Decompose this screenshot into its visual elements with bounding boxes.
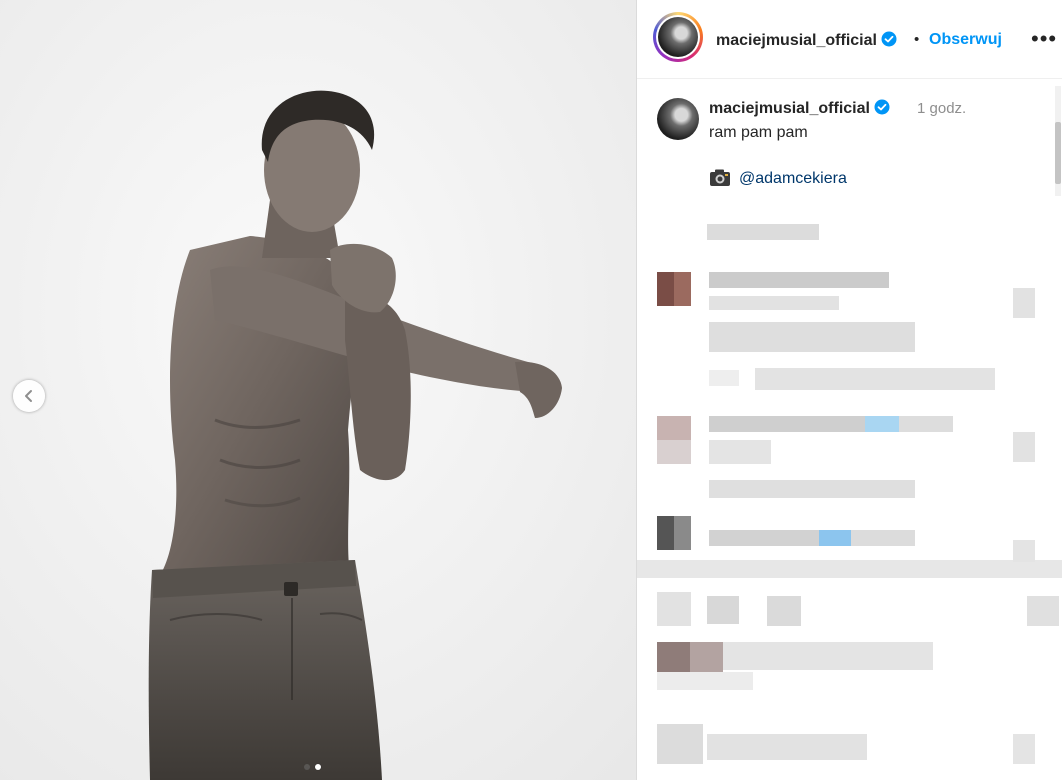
carousel-dot-1 xyxy=(304,764,310,770)
post-header: maciejmusial_official • Obserwuj ••• xyxy=(637,0,1062,79)
post-caption: maciejmusial_official 1 godz. ram pam pa… xyxy=(637,79,1062,199)
header-username-text[interactable]: maciejmusial_official xyxy=(716,32,877,49)
caption-text: ram pam pam xyxy=(709,124,808,141)
chevron-left-icon xyxy=(25,390,32,402)
avatar[interactable] xyxy=(658,17,698,57)
scrollbar-thumb[interactable] xyxy=(1055,122,1061,184)
camera-icon xyxy=(710,169,730,186)
photographer-mention-link[interactable]: @adamcekiera xyxy=(739,170,847,188)
carousel-dot-2-active xyxy=(315,764,321,770)
more-options-button[interactable]: ••• xyxy=(1031,26,1057,52)
post-photo xyxy=(0,0,636,780)
caption-username[interactable]: maciejmusial_official xyxy=(709,99,890,118)
comments-scrollbar[interactable] xyxy=(1055,86,1061,196)
follow-button[interactable]: Obserwuj xyxy=(929,31,1002,49)
carousel-indicator xyxy=(304,764,321,770)
post-media xyxy=(0,0,636,780)
carousel-prev-button[interactable] xyxy=(13,380,45,412)
caption-timestamp[interactable]: 1 godz. xyxy=(917,100,966,117)
header-username[interactable]: maciejmusial_official xyxy=(716,31,897,50)
post-side-panel: maciejmusial_official • Obserwuj ••• mac… xyxy=(636,0,1062,780)
caption-username-text[interactable]: maciejmusial_official xyxy=(709,100,870,117)
comments-pixelated xyxy=(637,200,1062,780)
verified-badge-icon xyxy=(874,99,890,115)
story-ring[interactable] xyxy=(653,12,703,62)
header-separator: • xyxy=(914,31,920,48)
verified-badge-icon xyxy=(881,31,897,47)
caption-avatar[interactable] xyxy=(657,98,699,140)
